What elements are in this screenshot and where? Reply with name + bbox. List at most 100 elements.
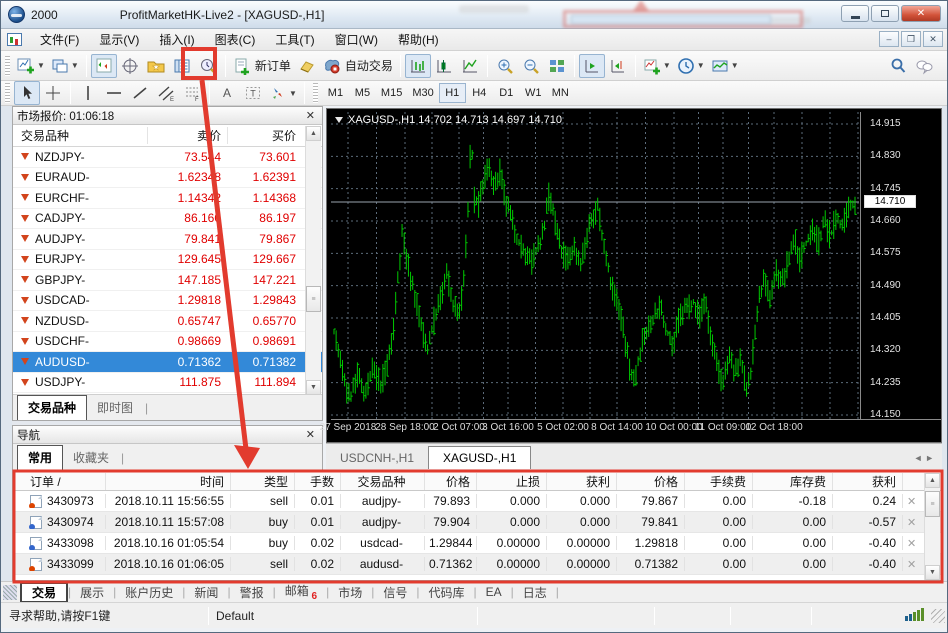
templates-button[interactable]: ▼: [708, 54, 742, 78]
timeframe-H1[interactable]: H1: [438, 83, 466, 103]
close-icon[interactable]: ✕: [303, 109, 318, 122]
price-chart[interactable]: [331, 112, 859, 419]
menu-item-窗口(W)[interactable]: 窗口(W): [325, 28, 388, 51]
chart-tab-XAGUSD-,H1[interactable]: XAGUSD-,H1: [428, 446, 532, 469]
orders-column-symbol[interactable]: 交易品种: [341, 472, 425, 490]
market-watch-row[interactable]: USDJPY- 111.875 111.894: [13, 373, 322, 393]
terminal-button[interactable]: [169, 54, 195, 78]
minimize-button[interactable]: [841, 5, 869, 22]
auto-scroll-button[interactable]: [578, 53, 605, 78]
terminal-tab-EA[interactable]: EA: [477, 584, 511, 600]
market-watch-tab-即时图[interactable]: 即时图: [87, 396, 143, 420]
column-symbol[interactable]: 交易品种: [13, 127, 147, 144]
menu-item-图表(C)[interactable]: 图表(C): [205, 28, 266, 51]
orders-column-id[interactable]: 订单 /: [26, 472, 106, 490]
arrows-tool-button[interactable]: ▼: [266, 81, 300, 105]
title-bar[interactable]: 2000 ProfitMarketHK-Live2 - [XAGUSD-,H1]…: [1, 1, 947, 29]
navigator-button[interactable]: ★: [143, 54, 169, 78]
vertical-line-tool-button[interactable]: [75, 81, 101, 105]
trendline-tool-button[interactable]: [127, 81, 153, 105]
menu-item-显示(V)[interactable]: 显示(V): [89, 28, 149, 51]
menu-item-插入(I)[interactable]: 插入(I): [149, 28, 204, 51]
order-row[interactable]: 3433099 2018.10.16 01:06:05 sell 0.02 audusd…: [13, 554, 941, 575]
market-watch-row[interactable]: EURJPY- 129.645 129.667: [13, 250, 322, 270]
orders-column-profit[interactable]: 获利: [833, 472, 903, 490]
orders-column-swap[interactable]: 库存费: [753, 472, 833, 490]
zoom-in-button[interactable]: [492, 54, 518, 78]
terminal-tab-交易[interactable]: 交易: [20, 581, 69, 603]
market-watch-tab-交易品种[interactable]: 交易品种: [17, 395, 88, 420]
strategy-tester-button[interactable]: [195, 54, 221, 78]
order-row[interactable]: 3430974 2018.10.11 15:57:08 buy 0.01 audjpy-…: [13, 512, 941, 533]
order-row[interactable]: 3433098 2018.10.16 01:05:54 buy 0.02 usdcad-…: [13, 533, 941, 554]
toolbar-grip[interactable]: [5, 55, 10, 76]
market-watch-row[interactable]: CADJPY- 86.160 86.197: [13, 209, 322, 229]
text-tool-button[interactable]: A: [214, 81, 240, 105]
new-order-button[interactable]: 新订单: [230, 54, 294, 78]
terminal-tab-信号[interactable]: 信号: [374, 583, 416, 602]
new-chart-button[interactable]: ▼: [14, 54, 48, 78]
crosshair-tool-button[interactable]: [40, 81, 66, 105]
navigator-tab-收藏夹[interactable]: 收藏夹: [63, 446, 119, 470]
terminal-tab-账户历史[interactable]: 账户历史: [116, 583, 182, 602]
periods-button[interactable]: ▼: [674, 54, 708, 78]
timeframe-H4[interactable]: H4: [466, 83, 493, 103]
profiles-button[interactable]: ▼: [48, 54, 82, 78]
timeframe-M5[interactable]: M5: [349, 83, 376, 103]
close-order-icon[interactable]: ✕: [907, 558, 916, 571]
chart-tab-USDCNH-,H1[interactable]: USDCNH-,H1: [326, 447, 428, 469]
market-watch-row[interactable]: NZDUSD- 0.65747 0.65770: [13, 311, 322, 332]
terminal-tab-代码库[interactable]: 代码库: [419, 583, 473, 602]
toolbar-grip[interactable]: [5, 83, 10, 103]
status-profile[interactable]: Default: [209, 609, 477, 623]
scroll-down-icon[interactable]: ▼: [925, 565, 940, 580]
navigator-titlebar[interactable]: 导航 ✕: [13, 426, 322, 444]
candlestick-type-button[interactable]: [431, 54, 457, 78]
navigator-tab-常用[interactable]: 常用: [17, 445, 64, 470]
market-watch-scrollbar[interactable]: ▲ ≡ ▼: [305, 126, 321, 395]
cursor-tool-button[interactable]: [14, 81, 40, 105]
market-watch-row[interactable]: EURAUD- 1.62348 1.62391: [13, 168, 322, 188]
terminal-tab-新闻[interactable]: 新闻: [185, 583, 227, 602]
close-order-icon[interactable]: ✕: [907, 516, 916, 529]
market-watch-row[interactable]: USDCAD- 1.29818 1.29843: [13, 291, 322, 311]
market-watch-row[interactable]: EURCHF- 1.14342 1.14368: [13, 188, 322, 209]
menu-item-工具(T)[interactable]: 工具(T): [265, 28, 324, 51]
scroll-thumb[interactable]: ≡: [306, 286, 321, 312]
timeframe-MN[interactable]: MN: [547, 83, 574, 103]
search-button[interactable]: [885, 54, 911, 78]
terminal-tab-市场[interactable]: 市场: [329, 583, 371, 602]
scroll-up-icon[interactable]: ▲: [925, 473, 940, 488]
menu-item-帮助(H)[interactable]: 帮助(H): [388, 28, 449, 51]
orders-column-type[interactable]: 类型: [231, 472, 295, 490]
bar-chart-type-button[interactable]: [404, 53, 431, 78]
indicators-button[interactable]: ▼: [640, 54, 674, 78]
chart-shift-button[interactable]: [605, 54, 631, 78]
label-tool-button[interactable]: T: [240, 81, 266, 105]
time-axis[interactable]: 27 Sep 2018 28 Sep 18:00 2 Oct 07:00 3 Oct …: [320, 422, 936, 442]
child-restore-button[interactable]: ❐: [901, 31, 921, 47]
close-order-icon[interactable]: ✕: [907, 537, 916, 550]
scroll-thumb[interactable]: ≡: [925, 491, 940, 517]
column-bid[interactable]: 卖价: [147, 127, 227, 144]
close-icon[interactable]: ✕: [303, 428, 318, 441]
column-ask[interactable]: 买价: [227, 127, 302, 144]
chevron-down-icon[interactable]: [335, 117, 343, 123]
terminal-tab-展示[interactable]: 展示: [71, 583, 113, 602]
close-order-icon[interactable]: ✕: [907, 495, 916, 508]
terminal-scrollbar[interactable]: ▲ ≡ ▼: [924, 473, 940, 580]
orders-column-commission[interactable]: 手续费: [685, 472, 753, 490]
orders-column-price2[interactable]: 价格: [617, 472, 685, 490]
data-window-button[interactable]: [117, 54, 143, 78]
terminal-grip-icon[interactable]: [3, 584, 17, 600]
orders-column-sl[interactable]: 止损: [477, 472, 547, 490]
child-minimize-button[interactable]: –: [879, 31, 899, 47]
orders-column-lots[interactable]: 手数: [295, 472, 341, 490]
orders-column-tp[interactable]: 获利: [547, 472, 617, 490]
market-watch-button[interactable]: [90, 53, 117, 78]
order-row[interactable]: 3430973 2018.10.11 15:56:55 sell 0.01 audjpy…: [13, 491, 941, 512]
price-axis[interactable]: 14.915 14.830 14.745 14.660 14.575 14.490 14.4…: [864, 109, 942, 421]
timeframe-D1[interactable]: D1: [493, 83, 520, 103]
market-watch-titlebar[interactable]: 市场报价: 01:06:18 ✕: [13, 107, 322, 125]
market-watch-row[interactable]: GBPJPY- 147.185 147.221: [13, 270, 322, 291]
